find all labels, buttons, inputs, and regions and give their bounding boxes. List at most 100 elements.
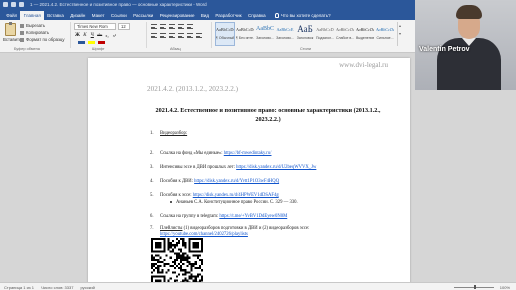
zoom-level[interactable]: 100%: [500, 285, 510, 290]
styles-scroll[interactable]: ▴ ▾: [397, 22, 402, 46]
zoom-slider[interactable]: [453, 285, 494, 289]
item-number: 5.: [150, 193, 154, 198]
bullets-icon[interactable]: [151, 24, 157, 29]
item-link[interactable]: https://disk.yandex.ru/d/4HPWEV1dDSAF4g: [193, 193, 279, 198]
numbering-icon[interactable]: [160, 24, 166, 29]
document-heading: 2021.4.2. Естественное и позитивное прав…: [155, 107, 381, 123]
item-link[interactable]: https://disk.yandex.ru/d/U2beqWVVX_Jw: [236, 165, 316, 170]
redo-icon[interactable]: [19, 2, 24, 7]
highlight-color-icon[interactable]: [88, 41, 95, 44]
item-link[interactable]: https://disk.yandex.ru/d/Yvtt1P1O3wF4HQQ: [194, 179, 279, 184]
copy-label: Копировать: [26, 30, 50, 35]
style-normal[interactable]: AaBbCcDc ¶ Обычный: [215, 22, 235, 46]
subscript-button[interactable]: x₂: [105, 33, 110, 38]
tab-file[interactable]: Файл: [3, 11, 20, 20]
tab-developer[interactable]: Разработчик: [212, 11, 245, 20]
group-divider: [146, 22, 147, 48]
tell-me-box[interactable]: Что вы хотите сделать?: [274, 12, 331, 18]
item-link[interactable]: https://youtube.com/channel/2402726/play…: [160, 232, 248, 237]
format-painter-label: Формат по образцу: [26, 37, 65, 42]
list-item: 7. Плейлисты (1) видеоразборов подготовки…: [150, 226, 310, 231]
multilevel-list-icon[interactable]: [169, 24, 175, 29]
superscript-button[interactable]: x²: [112, 33, 117, 38]
style-name: Сильное...: [376, 36, 394, 40]
line-spacing-icon[interactable]: [187, 33, 193, 38]
group-divider: [211, 22, 212, 48]
paste-button[interactable]: Вставить: [3, 22, 22, 42]
undo-icon[interactable]: [11, 2, 16, 7]
paste-label: Вставить: [3, 37, 22, 42]
bold-button[interactable]: Ж: [75, 33, 80, 38]
underline-button[interactable]: Ч: [90, 33, 95, 38]
tab-view[interactable]: Вид: [198, 11, 213, 20]
align-right-icon[interactable]: [169, 33, 175, 38]
page-count[interactable]: Страница 1 из 1: [4, 285, 34, 290]
decrease-indent-icon[interactable]: [178, 24, 184, 29]
item-number: 6.: [150, 214, 154, 219]
save-icon[interactable]: [3, 2, 8, 7]
tab-design[interactable]: Дизайн: [67, 11, 89, 20]
style-intense-emphasis[interactable]: AaBbCcDc Сильное...: [375, 22, 395, 46]
tab-references[interactable]: Ссылки: [108, 11, 130, 20]
style-name: ¶ Без инте...: [236, 36, 254, 40]
style-sample: AaBbCcDc: [336, 27, 354, 32]
style-sample: AaBbCcDc: [236, 27, 254, 32]
tab-review[interactable]: Рецензирование: [157, 11, 198, 20]
font-name-select[interactable]: Times New Rom: [74, 23, 116, 30]
tab-layout[interactable]: Макет: [89, 11, 108, 20]
font-group-label: Шрифт: [92, 47, 105, 51]
group-divider: [70, 22, 71, 48]
header-website: www.dvi-legal.ru: [339, 61, 388, 69]
paragraph-group-label: Абзац: [170, 47, 181, 51]
tab-insert[interactable]: Вставка: [44, 11, 67, 20]
webcam-person-hair: [456, 5, 482, 19]
styles-gallery: AaBbCcDc ¶ Обычный AaBbCcDc ¶ Без инте... …: [215, 22, 396, 46]
item-text: (1) видеоразборов подготовки в ДВИ и (2)…: [182, 226, 310, 231]
tab-home[interactable]: Главная: [20, 10, 44, 20]
increase-indent-icon[interactable]: [187, 24, 193, 29]
justify-icon[interactable]: [178, 33, 184, 38]
language[interactable]: русский: [80, 285, 94, 290]
lightbulb-icon: [274, 12, 279, 18]
quick-access-toolbar: [3, 2, 24, 7]
align-center-icon[interactable]: [160, 33, 166, 38]
font-size-select[interactable]: 12: [118, 23, 130, 30]
item-number: 3.: [150, 165, 154, 170]
style-subtle-emphasis[interactable]: AaBbCcDc Слабое в...: [335, 22, 355, 46]
align-left-icon[interactable]: [151, 33, 157, 38]
style-title[interactable]: АаБ Заголовок: [295, 22, 315, 46]
list-item-link-line: https://youtube.com/channel/2402726/play…: [160, 232, 248, 237]
clipboard-icon: [4, 22, 16, 36]
tab-help[interactable]: Справка: [245, 11, 269, 20]
sub-item-text: Ананьев С.А. Конституционное право Росси…: [176, 200, 298, 205]
clipboard-group-label: Буфер обмена: [14, 47, 40, 51]
document-page[interactable]: www.dvi-legal.ru 2021.4.2. (2013.1.2., 2…: [88, 58, 410, 290]
item-number: 7.: [150, 226, 154, 231]
list-item: 5. Пособия к эссе: https://disk.yandex.ru…: [150, 193, 279, 198]
copy-button[interactable]: Копировать: [20, 30, 49, 35]
style-name: Подзагол...: [316, 36, 334, 40]
word-count[interactable]: Число слов: 3337: [41, 285, 73, 290]
italic-button[interactable]: К: [82, 33, 87, 38]
style-sample: AaBbCcDc: [216, 27, 234, 32]
format-painter-button[interactable]: Формат по образцу: [20, 37, 65, 42]
style-heading-2[interactable]: AaBbCcE Заголово...: [275, 22, 295, 46]
style-emphasis[interactable]: AaBbCcDc Выделение: [355, 22, 375, 46]
tab-mailings[interactable]: Рассылки: [130, 11, 157, 20]
cut-button[interactable]: Вырезать: [20, 23, 45, 28]
text-effects-icon[interactable]: [78, 41, 85, 44]
style-no-spacing[interactable]: AaBbCcDc ¶ Без инте...: [235, 22, 255, 46]
style-sample: AaBbCcD: [316, 27, 334, 32]
item-text: Пособия к ДВИ:: [160, 179, 195, 184]
font-color-icon[interactable]: [98, 41, 105, 44]
style-heading-1[interactable]: AaBbC Заголово...: [255, 22, 275, 46]
style-subtitle[interactable]: AaBbCcD Подзагол...: [315, 22, 335, 46]
shading-icon[interactable]: [196, 33, 202, 38]
item-link[interactable]: https://t.me/+YvBV1DdEyew0N0M: [219, 214, 287, 219]
item-link[interactable]: https://bf-mwedintaky.ru/: [224, 151, 272, 156]
format-buttons: Ж К Ч abc x₂ x²: [75, 33, 117, 38]
tell-me-text: Что вы хотите сделать?: [280, 12, 331, 18]
word-window: 1 — 2021.4.2. Естественное и позитивное …: [0, 0, 516, 290]
strikethrough-button[interactable]: abc: [97, 33, 102, 38]
item-text-underlined: Плейлисты: [160, 226, 183, 231]
